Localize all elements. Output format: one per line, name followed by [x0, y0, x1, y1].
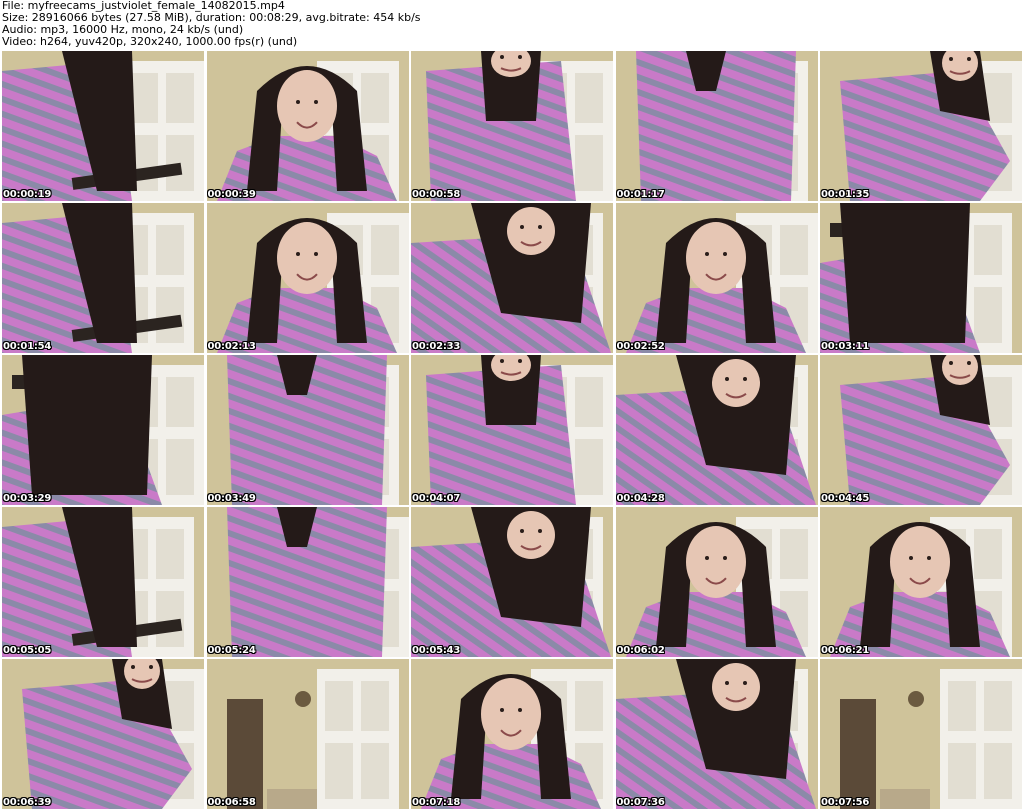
- thumbnail-frame-image: [411, 51, 613, 201]
- thumbnail-timestamp: 00:06:58: [207, 797, 256, 808]
- thumbnail-frame-image: [2, 507, 204, 657]
- thumbnail-frame-image: [411, 507, 613, 657]
- video-thumbnail: 00:07:56: [820, 659, 1022, 809]
- video-info-line: Video: h264, yuv420p, 320x240, 1000.00 f…: [2, 35, 298, 48]
- thumbnail-timestamp: 00:04:07: [412, 493, 461, 504]
- thumbnail-frame-image: [206, 659, 409, 809]
- thumbnail-timestamp: 00:06:02: [616, 645, 665, 656]
- thumbnail-timestamp: 00:02:13: [207, 341, 256, 352]
- video-thumbnail: 00:01:54: [2, 203, 204, 353]
- thumbnail-frame-image: [615, 659, 818, 809]
- thumbnail-frame-image: [615, 355, 818, 505]
- video-thumbnail: 00:06:39: [2, 659, 204, 809]
- thumbnail-timestamp: 00:03:29: [3, 493, 52, 504]
- video-thumbnail: 00:03:11: [820, 203, 1022, 353]
- thumbnail-timestamp: 00:07:18: [412, 797, 461, 808]
- thumbnail-frame-image: [615, 507, 818, 657]
- thumbnail-frame-image: [615, 51, 818, 201]
- thumbnail-frame-image: [615, 203, 818, 353]
- thumbnail-timestamp: 00:04:28: [616, 493, 665, 504]
- thumbnail-timestamp: 00:05:43: [412, 645, 461, 656]
- video-thumbnail: 00:00:39: [206, 51, 409, 201]
- video-thumbnail: 00:05:05: [2, 507, 204, 657]
- thumbnail-frame-image: [2, 659, 204, 809]
- video-thumbnail: 00:04:45: [820, 355, 1022, 505]
- video-thumbnail: 00:06:58: [206, 659, 409, 809]
- thumbnail-timestamp: 00:01:17: [616, 189, 665, 200]
- thumbnail-timestamp: 00:05:05: [3, 645, 52, 656]
- thumbnail-timestamp: 00:02:52: [616, 341, 665, 352]
- video-thumbnail: 00:02:52: [615, 203, 818, 353]
- thumbnail-frame-image: [206, 355, 409, 505]
- thumbnail-timestamp: 00:02:33: [412, 341, 461, 352]
- thumbnail-timestamp: 00:06:39: [3, 797, 52, 808]
- thumbnail-timestamp: 00:00:39: [207, 189, 256, 200]
- thumbnail-grid: 00:00:19 00:00:39 00:00:58 00:01:17 00:01:35…: [2, 51, 1022, 809]
- thumbnail-frame-image: [206, 507, 409, 657]
- video-thumbnail: 00:05:24: [206, 507, 409, 657]
- video-thumbnail: 00:03:49: [206, 355, 409, 505]
- video-thumbnail: 00:05:43: [411, 507, 613, 657]
- video-thumbnail: 00:06:02: [615, 507, 818, 657]
- video-thumbnail: 00:00:19: [2, 51, 204, 201]
- thumbnail-timestamp: 00:06:21: [821, 645, 870, 656]
- thumbnail-timestamp: 00:01:35: [821, 189, 870, 200]
- thumbnail-timestamp: 00:03:49: [207, 493, 256, 504]
- video-thumbnail: 00:06:21: [820, 507, 1022, 657]
- video-thumbnail: 00:07:36: [615, 659, 818, 809]
- thumbnail-frame-image: [206, 203, 409, 353]
- video-thumbnail: 00:07:18: [411, 659, 613, 809]
- thumbnail-timestamp: 00:00:58: [412, 189, 461, 200]
- video-thumbnail: 00:03:29: [2, 355, 204, 505]
- thumbnail-frame-image: [820, 355, 1022, 505]
- video-thumbnail: 00:01:17: [615, 51, 818, 201]
- thumbnail-frame-image: [2, 51, 204, 201]
- video-thumbnail: 00:00:58: [411, 51, 613, 201]
- thumbnail-frame-image: [206, 51, 409, 201]
- thumbnail-frame-image: [820, 51, 1022, 201]
- thumbnail-frame-image: [820, 507, 1022, 657]
- thumbnail-frame-image: [820, 203, 1022, 353]
- thumbnail-frame-image: [411, 659, 613, 809]
- thumbnail-frame-image: [411, 203, 613, 353]
- thumbnail-frame-image: [2, 355, 204, 505]
- video-thumbnail: 00:01:35: [820, 51, 1022, 201]
- thumbnail-frame-image: [411, 355, 613, 505]
- thumbnail-frame-image: [820, 659, 1022, 809]
- thumbnail-frame-image: [2, 203, 204, 353]
- thumbnail-timestamp: 00:05:24: [207, 645, 256, 656]
- thumbnail-timestamp: 00:07:56: [821, 797, 870, 808]
- thumbnail-timestamp: 00:00:19: [3, 189, 52, 200]
- thumbnail-timestamp: 00:07:36: [616, 797, 665, 808]
- video-thumbnail: 00:02:33: [411, 203, 613, 353]
- file-info-header: File: myfreecams_justviolet_female_14082…: [2, 0, 1022, 50]
- video-thumbnail: 00:04:28: [615, 355, 818, 505]
- video-thumbnail: 00:04:07: [411, 355, 613, 505]
- thumbnail-timestamp: 00:03:11: [821, 341, 870, 352]
- thumbnail-timestamp: 00:01:54: [3, 341, 52, 352]
- thumbnail-timestamp: 00:04:45: [821, 493, 870, 504]
- video-thumbnail: 00:02:13: [206, 203, 409, 353]
